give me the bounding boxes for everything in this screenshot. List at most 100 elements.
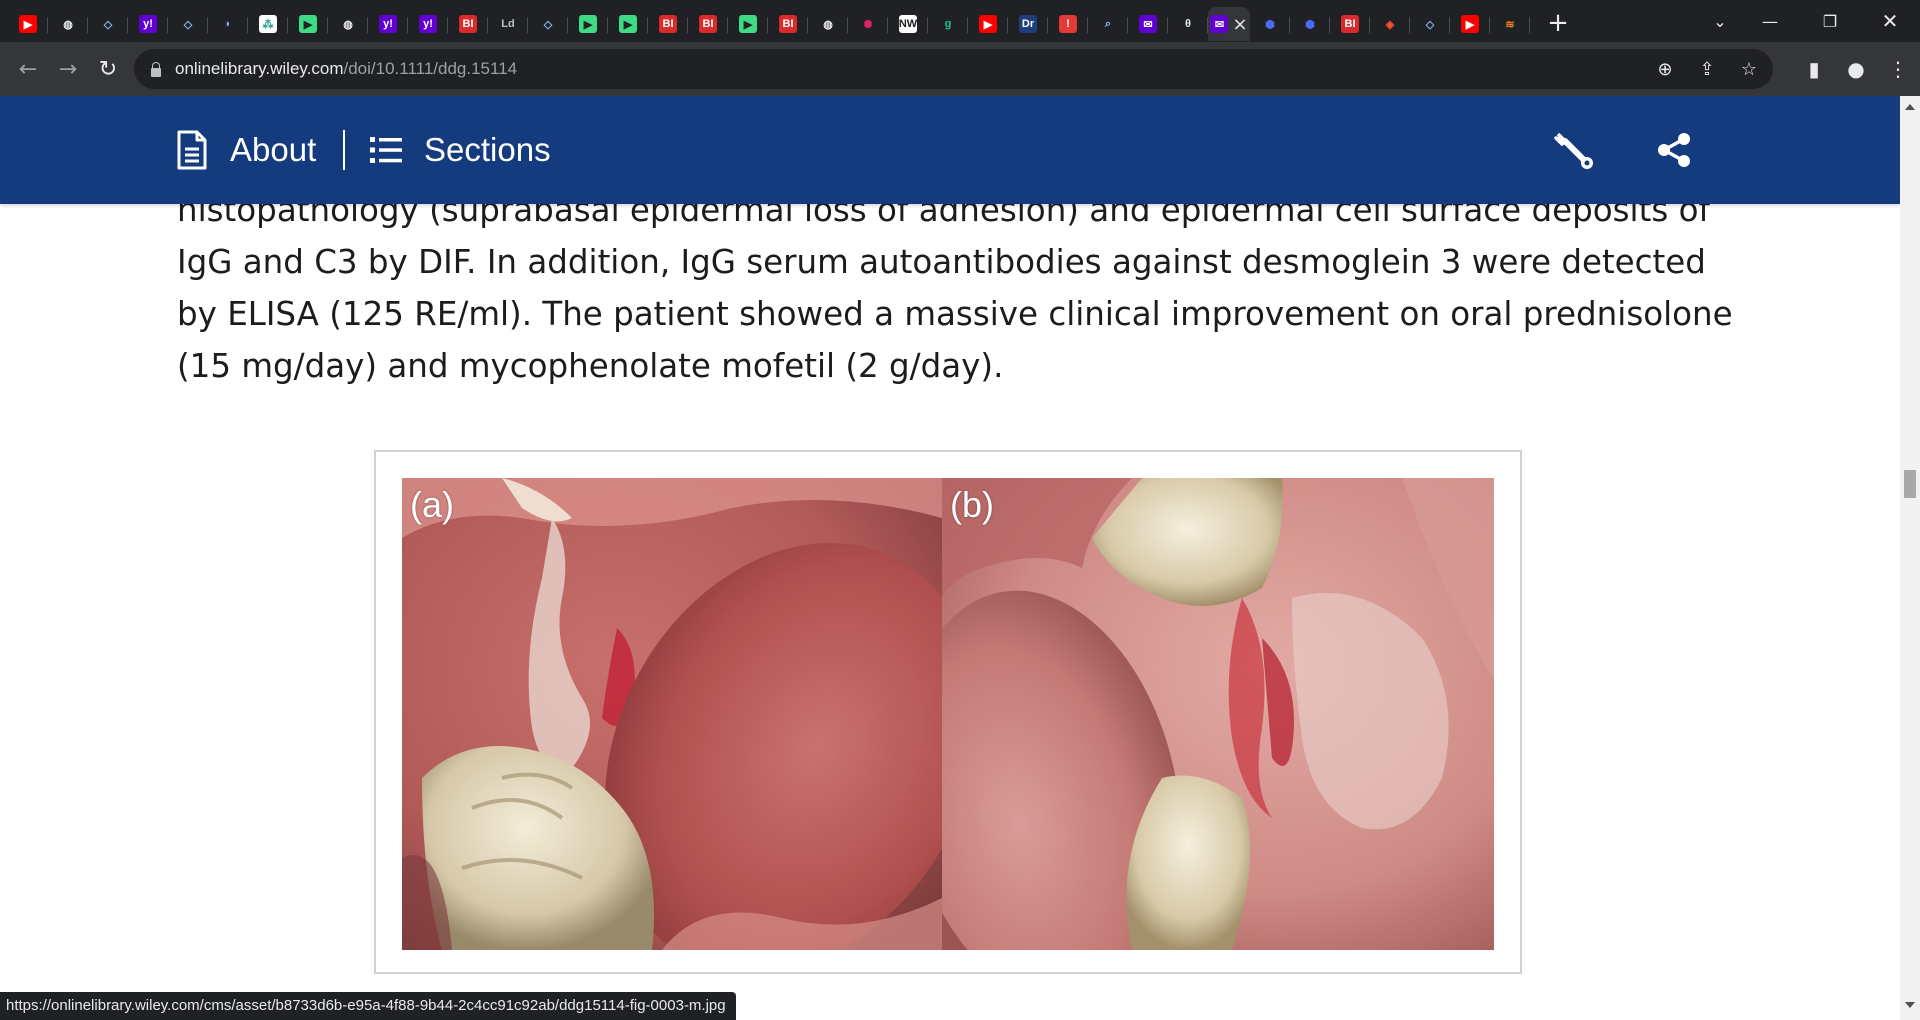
panel-b-label: (b) (950, 484, 994, 525)
dr-logo-icon: Dr (1019, 15, 1037, 33)
about-link[interactable]: About (176, 96, 316, 204)
new-tab-button[interactable]: + (1540, 6, 1576, 40)
business-insider-icon: BI (699, 15, 717, 33)
browser-tab[interactable]: ◇ (88, 7, 128, 41)
stack-icon: ≋ (1501, 15, 1519, 33)
browser-tab[interactable]: NW (888, 7, 928, 41)
browser-tab[interactable]: ◍ (328, 7, 368, 41)
globe-icon: ◍ (59, 15, 77, 33)
zoom-icon[interactable]: ⊕ (1655, 59, 1675, 80)
globe-icon: ◍ (819, 15, 837, 33)
panel-a-label: (a) (410, 484, 454, 525)
youtube-icon: ▶ (1461, 15, 1479, 33)
brave-icon: ◈ (1381, 15, 1399, 33)
yahoo-icon: y! (419, 15, 437, 33)
browser-tab[interactable]: g (928, 7, 968, 41)
browser-tab[interactable]: ▶ (728, 7, 768, 41)
minimize-icon[interactable]: — (1740, 0, 1800, 42)
close-tab-icon[interactable]: × (1232, 14, 1247, 35)
youtube-icon: ▶ (19, 15, 37, 33)
browser-tab[interactable]: ◍ (808, 7, 848, 41)
page-viewport: histopathology (suprabasal epidermal los… (0, 96, 1900, 1020)
theta-icon: θ (1179, 15, 1197, 33)
browser-tab[interactable]: ◇ (528, 7, 568, 41)
browser-tab[interactable]: ◇ (1410, 7, 1450, 41)
browser-tab[interactable]: y! (368, 7, 408, 41)
tools-button[interactable] (1552, 96, 1596, 204)
bookmark-star-icon[interactable]: ☆ (1739, 59, 1759, 80)
mail-icon: ✉ (1139, 15, 1157, 33)
article-figure[interactable]: (a) (b) (374, 450, 1522, 974)
figure-panel-b[interactable]: (b) (942, 478, 1494, 950)
article-nav-bar: About Sections (0, 96, 1900, 204)
wrench-icon (1554, 132, 1593, 169)
browser-tab[interactable]: ◇ (168, 7, 208, 41)
browser-tab[interactable]: ! (1048, 7, 1088, 41)
close-window-icon[interactable]: ✕ (1860, 0, 1920, 42)
share-icon[interactable]: ⇪ (1697, 59, 1717, 80)
share-article-button[interactable] (1656, 96, 1692, 204)
browser-tab[interactable]: BI (688, 7, 728, 41)
browser-tab[interactable]: y! (128, 7, 168, 41)
browser-tab[interactable]: ✉ (1128, 7, 1168, 41)
cube-icon: ⬢ (1261, 15, 1279, 33)
url-path: /doi/10.1111/ddg.15114 (343, 59, 518, 78)
browser-tab[interactable]: ⁂ (248, 7, 288, 41)
browser-tab[interactable]: BI (1330, 7, 1370, 41)
red-exclaim-icon: ! (1059, 15, 1077, 33)
browser-tab[interactable]: ◗ (208, 7, 248, 41)
browser-tab[interactable]: ▶ (288, 7, 328, 41)
profile-icon[interactable]: ● (1846, 57, 1866, 81)
browser-tab[interactable]: ✺ (848, 7, 888, 41)
browser-tab[interactable]: ◍ (48, 7, 88, 41)
shield-icon: ◇ (1421, 15, 1439, 33)
browser-tab[interactable]: ▶ (608, 7, 648, 41)
oral-mucosa-photo-b (942, 478, 1494, 950)
side-panel-icon[interactable]: ▮ (1804, 57, 1824, 81)
browser-tab[interactable]: ✉ × (1208, 7, 1250, 41)
text-logo-icon: Ld (499, 15, 517, 33)
address-bar[interactable]: onlinelibrary.wiley.com/doi/10.1111/ddg.… (134, 49, 1773, 89)
figure-panel-a[interactable]: (a) (402, 478, 942, 950)
nav-divider (343, 130, 345, 170)
browser-tab[interactable]: ≋ (1490, 7, 1530, 41)
play-icon: ▶ (619, 15, 637, 33)
browser-tab[interactable]: ▶ (968, 7, 1008, 41)
menu-kebab-icon[interactable]: ⋮ (1888, 57, 1908, 81)
browser-tab[interactable]: y! (408, 7, 448, 41)
business-insider-icon: BI (459, 15, 477, 33)
browser-tab[interactable]: θ (1168, 7, 1208, 41)
scroll-up-icon[interactable] (1905, 104, 1915, 110)
browser-tab[interactable]: ▶ (1450, 7, 1490, 41)
page-scrollbar[interactable] (1900, 96, 1920, 1020)
browser-tab[interactable]: BI (448, 7, 488, 41)
browser-tab[interactable]: ⬢ (1290, 7, 1330, 41)
browser-tab[interactable]: ▶ (568, 7, 608, 41)
lock-icon[interactable] (151, 61, 161, 77)
url-text[interactable]: onlinelibrary.wiley.com/doi/10.1111/ddg.… (175, 59, 517, 79)
document-icon (177, 130, 207, 170)
cube-icon: ⬢ (1301, 15, 1319, 33)
browser-tab[interactable]: Ld (488, 7, 528, 41)
back-icon[interactable]: ← (8, 49, 48, 89)
browser-tab[interactable]: BI (768, 7, 808, 41)
scrollbar-thumb[interactable] (1904, 470, 1916, 498)
browser-tab[interactable]: ◈ (1370, 7, 1410, 41)
business-insider-icon: BI (1341, 15, 1359, 33)
news-logo-icon: NW (899, 15, 917, 33)
youtube-icon: ▶ (979, 15, 997, 33)
browser-tab[interactable]: ▶ (8, 7, 48, 41)
scroll-down-icon[interactable] (1905, 1002, 1915, 1008)
forward-icon[interactable]: → (48, 49, 88, 89)
browser-tab[interactable]: ⬢ (1250, 7, 1290, 41)
sections-link[interactable]: Sections (370, 96, 551, 204)
reload-icon[interactable]: ↻ (88, 49, 128, 89)
article-paragraph: histopathology (suprabasal epidermal los… (177, 191, 1733, 385)
browser-tab[interactable]: BI (648, 7, 688, 41)
browser-tab[interactable]: Dr (1008, 7, 1048, 41)
browser-tab[interactable]: ⌕ (1088, 7, 1128, 41)
tab-strip: ▶ ◍ ◇ y! ◇ ◗ ⁂ ▶ ◍ y! y! BI Ld ◇ ▶ ▶ BI BI ▶ BI ◍ ✺ NW g ▶ Dr! ⌕ ✉ θ… (0, 0, 1920, 42)
restore-icon[interactable]: ❐ (1800, 0, 1860, 42)
dart-icon: ◗ (219, 15, 237, 33)
url-host: onlinelibrary.wiley.com (175, 59, 344, 78)
